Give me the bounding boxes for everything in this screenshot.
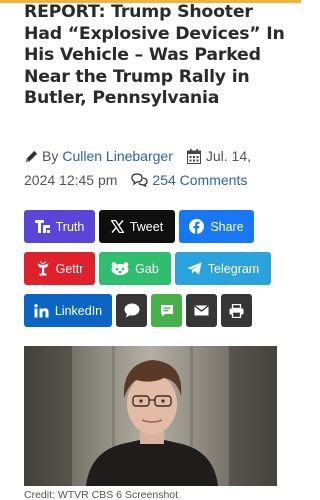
gettr-share-button[interactable]: Gettr <box>24 252 95 285</box>
publish-time: 2024 12:45 pm <box>24 172 118 188</box>
chat-share-button[interactable] <box>151 294 182 327</box>
gettr-label: Gettr <box>55 261 84 276</box>
print-button[interactable] <box>221 294 252 327</box>
chat-icon <box>160 304 174 318</box>
share-row-3: LinkedIn <box>24 294 276 327</box>
meta-row-1: By Cullen Linebarger Jul. 14, <box>24 144 296 168</box>
linkedin-label: LinkedIn <box>54 303 103 318</box>
truth-social-icon <box>34 220 50 233</box>
mail-icon <box>194 305 209 316</box>
publish-date: Jul. 14, <box>205 148 252 164</box>
by-label: By <box>42 148 59 164</box>
calendar-icon <box>186 148 201 164</box>
article-photo <box>24 346 277 486</box>
tweet-share-button[interactable]: Tweet <box>99 210 175 243</box>
linkedin-share-button[interactable]: LinkedIn <box>24 294 112 327</box>
sms-icon <box>124 303 140 318</box>
telegram-icon <box>187 262 202 275</box>
email-share-button[interactable] <box>186 294 217 327</box>
telegram-label: Telegram <box>207 261 260 276</box>
image-credit: Credit: WTVR CBS 6 Screenshot <box>24 489 179 500</box>
author-link[interactable]: Cullen Linebarger <box>62 144 173 168</box>
portrait-image <box>24 346 277 486</box>
article-meta: By Cullen Linebarger Jul. 14, 2024 12:45… <box>24 144 296 192</box>
linkedin-icon <box>34 303 49 318</box>
gab-share-button[interactable]: Gab <box>99 252 171 285</box>
print-icon <box>229 303 244 318</box>
gab-icon <box>111 262 129 275</box>
share-row-1: Truth Tweet Share <box>24 210 276 243</box>
comments-link[interactable]: 254 Comments <box>152 168 247 192</box>
telegram-share-button[interactable]: Telegram <box>175 252 271 285</box>
share-buttons: Truth Tweet Share Gettr Gab Telegram Lin… <box>24 210 276 336</box>
sms-share-button[interactable] <box>116 294 147 327</box>
truth-share-button[interactable]: Truth <box>24 210 95 243</box>
x-icon <box>110 220 124 233</box>
meta-row-2: 2024 12:45 pm 254 Comments <box>24 168 296 192</box>
comments-icon <box>131 173 149 187</box>
gab-label: Gab <box>135 261 159 276</box>
truth-label: Truth <box>55 219 85 234</box>
pencil-icon <box>24 149 39 164</box>
facebook-share-button[interactable]: Share <box>179 210 254 243</box>
share-row-2: Gettr Gab Telegram <box>24 252 276 285</box>
facebook-icon <box>189 219 205 234</box>
tweet-label: Tweet <box>129 219 164 234</box>
share-label: Share <box>210 219 244 234</box>
gettr-icon <box>36 261 50 276</box>
article-headline: REPORT: Trump Shooter Had “Explosive Dev… <box>24 2 285 109</box>
